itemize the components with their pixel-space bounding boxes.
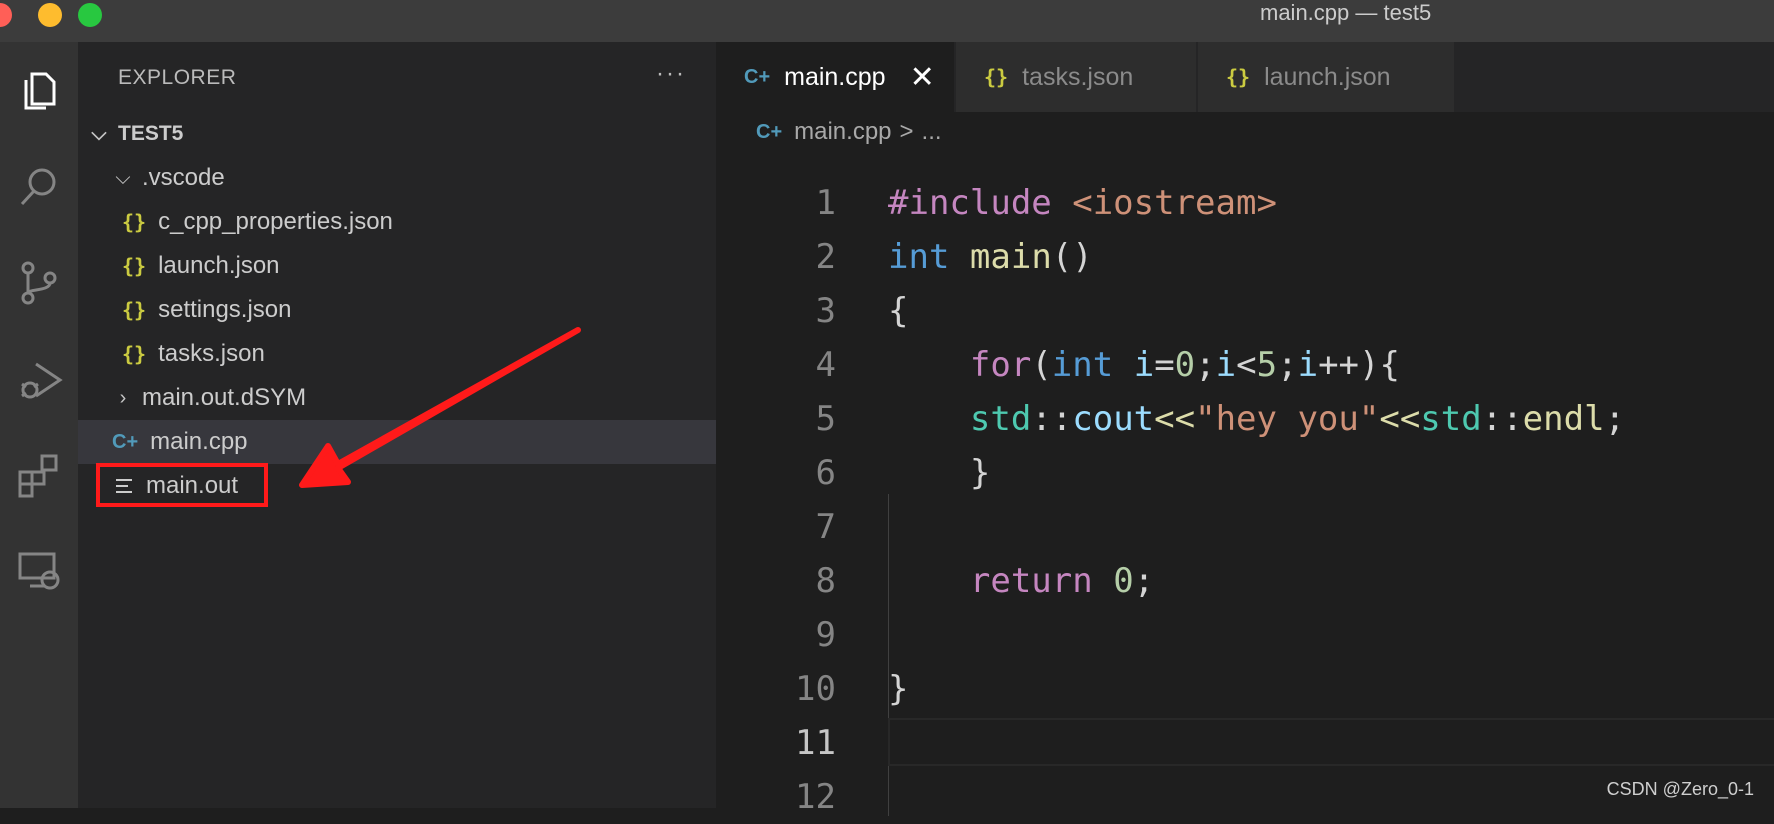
- line-number: 3: [815, 291, 836, 331]
- tab-main-cpp[interactable]: C+ main.cpp ✕: [716, 42, 954, 112]
- line-number: 7: [815, 507, 836, 547]
- code-line: 8 return 0;: [716, 554, 1774, 608]
- tab-launch-json[interactable]: {} launch.json: [1198, 42, 1454, 112]
- tab-tasks-json[interactable]: {} tasks.json: [956, 42, 1196, 112]
- explorer-sidebar: EXPLORER ··· ⌵ TEST5 ⌵ .vscode {} c_cpp_…: [78, 42, 716, 808]
- tree-item-label: .vscode: [142, 164, 225, 191]
- window-minimize-button[interactable]: [38, 3, 62, 27]
- title-bar: main.cpp — test5: [0, 0, 1774, 42]
- code-line: 5 std::cout<<"hey you"<<std::endl;: [716, 392, 1774, 446]
- tree-item-label: settings.json: [158, 296, 292, 323]
- code-line: 2 int main(): [716, 230, 1774, 284]
- line-number: 12: [795, 777, 836, 817]
- tree-folder-vscode[interactable]: ⌵ .vscode: [78, 156, 716, 200]
- tree-file-settings-json[interactable]: {} settings.json: [78, 288, 716, 332]
- line-content: return 0;: [969, 561, 1155, 601]
- json-file-icon: {}: [122, 298, 147, 322]
- tree-item-label: main.out.dSYM: [142, 384, 307, 411]
- json-file-icon: {}: [122, 210, 147, 234]
- code-line: 6 }: [716, 446, 1774, 500]
- workspace-root-label: TEST5: [118, 122, 184, 145]
- tab-label: main.cpp: [784, 62, 886, 91]
- line-content: }: [888, 669, 909, 709]
- json-file-icon: {}: [122, 342, 147, 366]
- files-icon[interactable]: [0, 56, 78, 126]
- json-file-icon: {}: [984, 65, 1009, 89]
- annotation-highlight-box: [96, 463, 268, 507]
- tree-item-label: main.cpp: [150, 428, 248, 455]
- editor-area: C+ main.cpp ✕ {} tasks.json {} launch.js…: [716, 42, 1774, 817]
- line-number: 11: [795, 723, 836, 763]
- code-line: 7: [716, 500, 1774, 554]
- breadcrumb-file[interactable]: main.cpp: [794, 118, 891, 146]
- tree-folder-main-out-dsym[interactable]: › main.out.dSYM: [78, 376, 716, 420]
- json-file-icon: {}: [1226, 65, 1251, 89]
- explorer-header: EXPLORER: [118, 66, 237, 89]
- tree-item-label: launch.json: [158, 252, 280, 279]
- code-line: 9: [716, 608, 1774, 662]
- line-number: 9: [815, 615, 836, 655]
- remote-explorer-icon[interactable]: [0, 536, 78, 606]
- code-line: 10 }: [716, 662, 1774, 716]
- activity-bar: [0, 42, 78, 808]
- workspace-root[interactable]: ⌵ TEST5: [78, 112, 716, 156]
- line-number: 2: [815, 237, 836, 277]
- line-number: 1: [815, 183, 836, 223]
- search-icon[interactable]: [0, 152, 78, 222]
- line-number: 5: [815, 399, 836, 439]
- line-number: 6: [815, 453, 836, 493]
- tree-file-main-cpp[interactable]: C+ main.cpp: [78, 420, 716, 464]
- chevron-right-icon: ›: [119, 386, 127, 409]
- window-maximize-button[interactable]: [78, 3, 102, 27]
- code-line: 1 #include <iostream>: [716, 176, 1774, 230]
- tree-file-tasks-json[interactable]: {} tasks.json: [78, 332, 716, 376]
- line-content: int main(): [888, 237, 1093, 277]
- breadcrumb[interactable]: C+ main.cpp > ...: [756, 118, 942, 146]
- code-line-current: 11: [716, 716, 1774, 770]
- tab-bar: C+ main.cpp ✕ {} tasks.json {} launch.js…: [716, 42, 1774, 112]
- more-actions-button[interactable]: ···: [656, 60, 686, 88]
- tree-file-launch-json[interactable]: {} launch.json: [78, 244, 716, 288]
- json-file-icon: {}: [122, 254, 147, 278]
- cpp-file-icon: C+: [756, 120, 783, 143]
- watermark: CSDN @Zero_0-1: [1606, 779, 1754, 799]
- code-line: 3 {: [716, 284, 1774, 338]
- cpp-file-icon: C+: [112, 430, 139, 453]
- line-content: #include <iostream>: [888, 183, 1277, 223]
- line-content: std::cout<<"hey you"<<std::endl;: [969, 399, 1626, 439]
- run-debug-icon[interactable]: [0, 344, 78, 414]
- tree-item-label: tasks.json: [158, 340, 265, 367]
- source-control-icon[interactable]: [0, 248, 78, 318]
- line-number: 10: [795, 669, 836, 709]
- chevron-down-icon: ⌵: [115, 166, 131, 189]
- line-content: }: [888, 453, 991, 493]
- line-number: 8: [815, 561, 836, 601]
- line-content: {: [888, 291, 909, 331]
- close-icon[interactable]: ✕: [910, 60, 935, 95]
- line-number: 4: [815, 345, 836, 385]
- current-line-highlight: [888, 718, 1774, 766]
- tab-label: tasks.json: [1022, 62, 1134, 91]
- chevron-down-icon: ⌵: [91, 122, 107, 145]
- window-title: main.cpp — test5: [1260, 0, 1432, 25]
- breadcrumb-symbol[interactable]: ...: [922, 118, 942, 146]
- breadcrumb-separator: >: [899, 118, 914, 145]
- window-close-button[interactable]: [0, 3, 12, 27]
- tree-item-label: c_cpp_properties.json: [158, 208, 393, 235]
- code-line: 4 for(int i=0;i<5;i++){: [716, 338, 1774, 392]
- tab-label: launch.json: [1264, 62, 1391, 91]
- line-content: for(int i=0;i<5;i++){: [969, 345, 1400, 385]
- tree-file-c-cpp-properties[interactable]: {} c_cpp_properties.json: [78, 200, 716, 244]
- extensions-icon[interactable]: [0, 440, 78, 510]
- cpp-file-icon: C+: [744, 65, 771, 88]
